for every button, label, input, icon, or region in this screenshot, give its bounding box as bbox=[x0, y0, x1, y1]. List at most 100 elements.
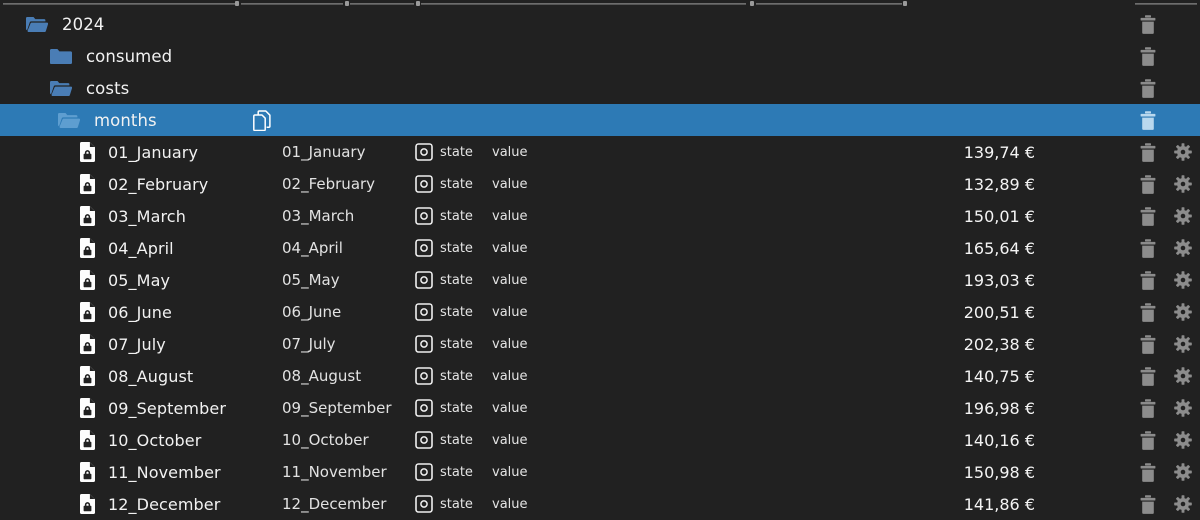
state-toggle-icon[interactable] bbox=[415, 271, 433, 289]
delete-button[interactable] bbox=[1130, 142, 1165, 162]
file-title-cell[interactable]: 01_January bbox=[282, 136, 365, 168]
amount-cell[interactable]: 141,86 € bbox=[760, 488, 1035, 520]
column-resize-handle[interactable] bbox=[235, 1, 239, 6]
state-cell[interactable]: state bbox=[415, 296, 473, 328]
file-name-cell[interactable]: 01_January bbox=[80, 136, 198, 168]
delete-button[interactable] bbox=[1130, 14, 1165, 34]
state-cell[interactable]: state bbox=[415, 168, 473, 200]
settings-button[interactable] bbox=[1165, 239, 1200, 257]
tree-file-row[interactable]: 07_July 07_July state value 202,38 € bbox=[0, 328, 1200, 360]
delete-button[interactable] bbox=[1130, 110, 1165, 130]
folder-name-cell[interactable]: 2024 bbox=[26, 8, 104, 40]
amount-cell[interactable]: 150,01 € bbox=[760, 200, 1035, 232]
amount-cell[interactable]: 202,38 € bbox=[760, 328, 1035, 360]
file-title-cell[interactable]: 10_October bbox=[282, 424, 369, 456]
delete-button[interactable] bbox=[1130, 366, 1165, 386]
state-toggle-icon[interactable] bbox=[415, 175, 433, 193]
tree-file-row[interactable]: 03_March 03_March state value 150,01 € bbox=[0, 200, 1200, 232]
settings-button[interactable] bbox=[1165, 271, 1200, 289]
amount-cell[interactable]: 193,03 € bbox=[760, 264, 1035, 296]
state-toggle-icon[interactable] bbox=[415, 239, 433, 257]
file-title-cell[interactable]: 11_November bbox=[282, 456, 387, 488]
file-name-cell[interactable]: 03_March bbox=[80, 200, 186, 232]
state-toggle-icon[interactable] bbox=[415, 207, 433, 225]
tree-folder-row[interactable]: costs bbox=[0, 72, 1200, 104]
file-title-cell[interactable]: 09_September bbox=[282, 392, 392, 424]
file-title-cell[interactable]: 07_July bbox=[282, 328, 336, 360]
file-title-cell[interactable]: 04_April bbox=[282, 232, 343, 264]
delete-button[interactable] bbox=[1130, 78, 1165, 98]
folder-open-icon[interactable] bbox=[26, 16, 49, 33]
folder-name-cell[interactable]: months bbox=[58, 104, 157, 136]
folder-name-cell[interactable]: costs bbox=[50, 72, 129, 104]
settings-button[interactable] bbox=[1165, 207, 1200, 225]
state-toggle-icon[interactable] bbox=[415, 463, 433, 481]
state-cell[interactable]: state bbox=[415, 488, 473, 520]
amount-cell[interactable]: 132,89 € bbox=[760, 168, 1035, 200]
delete-button[interactable] bbox=[1130, 494, 1165, 514]
state-cell[interactable]: state bbox=[415, 136, 473, 168]
file-name-cell[interactable]: 11_November bbox=[80, 456, 221, 488]
delete-button[interactable] bbox=[1130, 46, 1165, 66]
file-title-cell[interactable]: 08_August bbox=[282, 360, 361, 392]
state-cell[interactable]: state bbox=[415, 456, 473, 488]
amount-cell[interactable]: 140,16 € bbox=[760, 424, 1035, 456]
amount-cell[interactable]: 196,98 € bbox=[760, 392, 1035, 424]
state-cell[interactable]: state bbox=[415, 200, 473, 232]
tree-folder-row[interactable]: consumed bbox=[0, 40, 1200, 72]
delete-button[interactable] bbox=[1130, 174, 1165, 194]
state-toggle-icon[interactable] bbox=[415, 303, 433, 321]
settings-button[interactable] bbox=[1165, 367, 1200, 385]
state-cell[interactable]: state bbox=[415, 360, 473, 392]
tree-file-row[interactable]: 02_February 02_February state value 132,89 € bbox=[0, 168, 1200, 200]
delete-button[interactable] bbox=[1130, 398, 1165, 418]
settings-button[interactable] bbox=[1165, 175, 1200, 193]
settings-button[interactable] bbox=[1165, 463, 1200, 481]
settings-button[interactable] bbox=[1165, 495, 1200, 513]
file-name-cell[interactable]: 05_May bbox=[80, 264, 170, 296]
delete-button[interactable] bbox=[1130, 270, 1165, 290]
settings-button[interactable] bbox=[1165, 143, 1200, 161]
state-toggle-icon[interactable] bbox=[415, 495, 433, 513]
file-name-cell[interactable]: 06_June bbox=[80, 296, 172, 328]
file-name-cell[interactable]: 12_December bbox=[80, 488, 220, 520]
file-title-cell[interactable]: 03_March bbox=[282, 200, 354, 232]
amount-cell[interactable]: 150,98 € bbox=[760, 456, 1035, 488]
tree-file-row[interactable]: 10_October 10_October state value 140,16 € bbox=[0, 424, 1200, 456]
amount-cell[interactable]: 140,75 € bbox=[760, 360, 1035, 392]
tree-file-row[interactable]: 06_June 06_June state value 200,51 € bbox=[0, 296, 1200, 328]
duplicate-button[interactable] bbox=[253, 104, 272, 136]
file-name-cell[interactable]: 08_August bbox=[80, 360, 193, 392]
file-title-cell[interactable]: 06_June bbox=[282, 296, 341, 328]
file-name-cell[interactable]: 07_July bbox=[80, 328, 166, 360]
tree-folder-row[interactable]: months bbox=[0, 104, 1200, 136]
state-cell[interactable]: state bbox=[415, 232, 473, 264]
state-toggle-icon[interactable] bbox=[415, 431, 433, 449]
tree-file-row[interactable]: 01_January 01_January state value 139,74 € bbox=[0, 136, 1200, 168]
tree-file-row[interactable]: 08_August 08_August state value 140,75 € bbox=[0, 360, 1200, 392]
file-name-cell[interactable]: 02_February bbox=[80, 168, 208, 200]
delete-button[interactable] bbox=[1130, 462, 1165, 482]
settings-button[interactable] bbox=[1165, 303, 1200, 321]
file-title-cell[interactable]: 02_February bbox=[282, 168, 375, 200]
state-cell[interactable]: state bbox=[415, 392, 473, 424]
delete-button[interactable] bbox=[1130, 430, 1165, 450]
settings-button[interactable] bbox=[1165, 335, 1200, 353]
file-title-cell[interactable]: 12_December bbox=[282, 488, 386, 520]
settings-button[interactable] bbox=[1165, 399, 1200, 417]
settings-button[interactable] bbox=[1165, 431, 1200, 449]
state-toggle-icon[interactable] bbox=[415, 335, 433, 353]
tree-file-row[interactable]: 09_September 09_September state value 196,98… bbox=[0, 392, 1200, 424]
file-name-cell[interactable]: 09_September bbox=[80, 392, 226, 424]
tree-file-row[interactable]: 05_May 05_May state value 193,03 € bbox=[0, 264, 1200, 296]
delete-button[interactable] bbox=[1130, 302, 1165, 322]
column-resize-handle[interactable] bbox=[345, 1, 349, 6]
state-cell[interactable]: state bbox=[415, 264, 473, 296]
tree-file-row[interactable]: 11_November 11_November state value 150,98 € bbox=[0, 456, 1200, 488]
state-toggle-icon[interactable] bbox=[415, 367, 433, 385]
delete-button[interactable] bbox=[1130, 238, 1165, 258]
column-resize-handle[interactable] bbox=[750, 1, 754, 6]
delete-button[interactable] bbox=[1130, 206, 1165, 226]
tree-file-row[interactable]: 12_December 12_December state value 141,86 € bbox=[0, 488, 1200, 520]
amount-cell[interactable]: 139,74 € bbox=[760, 136, 1035, 168]
